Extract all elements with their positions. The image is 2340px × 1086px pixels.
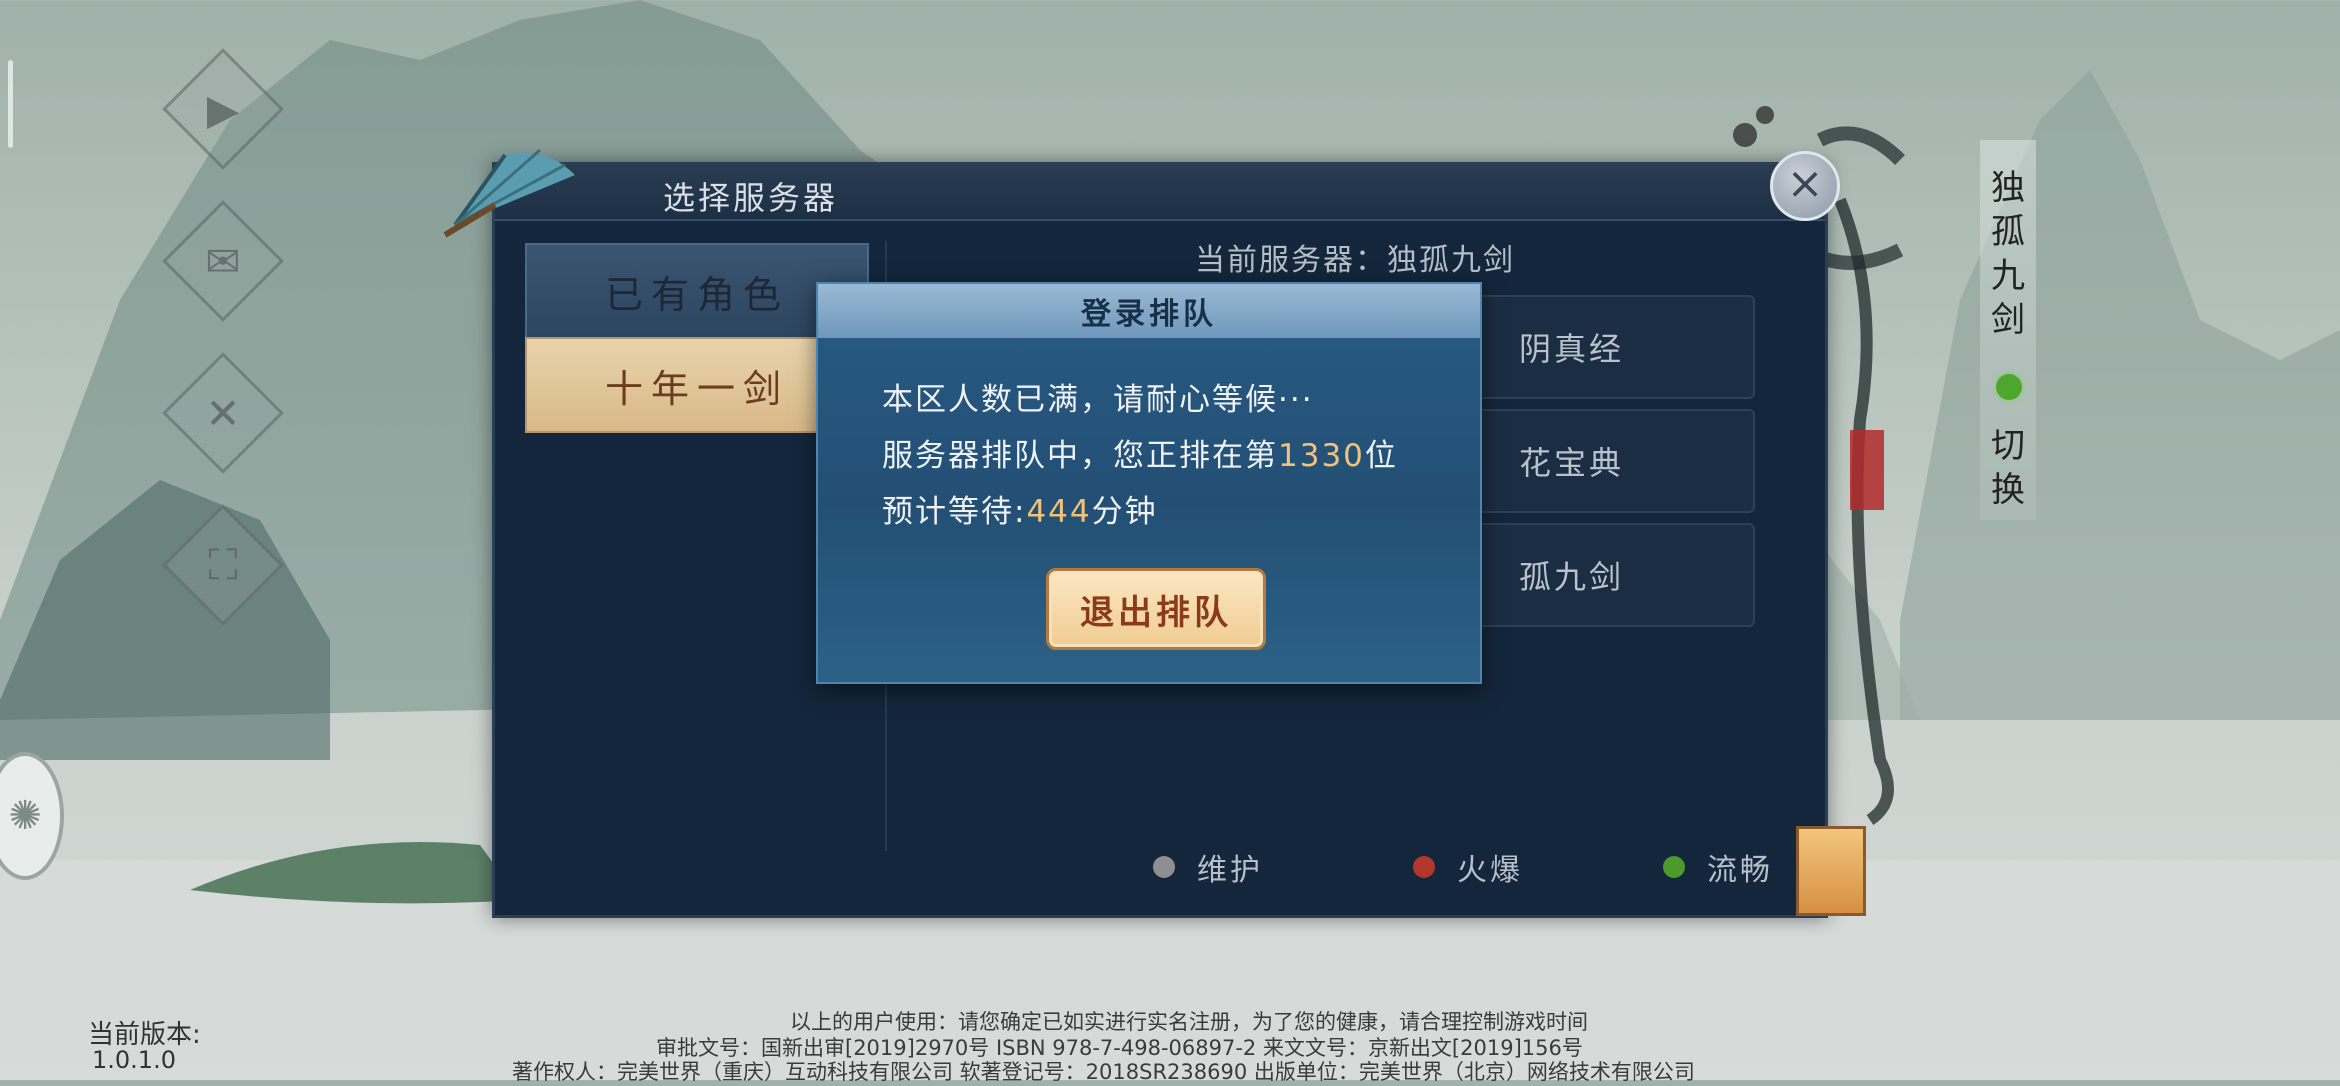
status-dot-icon [1413, 856, 1435, 878]
exit-queue-button[interactable]: 退出排队 [1046, 568, 1266, 650]
switch-char: 切 [1991, 426, 2025, 466]
scan-icon: ⛶ [208, 540, 238, 589]
server-char: 九 [1991, 256, 2025, 296]
legend-hot: 火爆 [1413, 845, 1523, 889]
queue-position-prefix: 服务器排队中，您正排在第 [882, 438, 1278, 474]
megaphone-icon: ✉ [205, 236, 241, 286]
wait-prefix: 预计等待: [882, 494, 1027, 530]
pinwheel-icon: ✺ [8, 793, 42, 839]
switch-server-button[interactable]: 切 换 [1988, 424, 2028, 512]
queue-title: 登录排队 [1081, 297, 1217, 332]
dialog-header: 选择服务器 [443, 148, 1825, 238]
current-server-label: 当前服务器：独孤九剑 [1195, 243, 1515, 278]
edge-handle[interactable] [8, 60, 13, 148]
server-char: 独 [1991, 168, 2025, 208]
copyright-info: 著作权人：完美世界（重庆）互动科技有限公司 软著登记号：2018SR238690… [512, 1060, 1695, 1084]
login-queue-modal: 登录排队 本区人数已满，请耐心等候··· 服务器排队中，您正排在第1330位 预… [816, 282, 1482, 684]
repair-button[interactable]: ✕ [162, 352, 284, 474]
switch-char: 换 [1991, 470, 2025, 510]
queue-position-suffix: 位 [1364, 438, 1398, 474]
legend-label: 维护 [1197, 853, 1263, 888]
close-button[interactable]: × [1770, 151, 1840, 221]
queue-header: 登录排队 [818, 284, 1480, 338]
dialog-title: 选择服务器 [663, 179, 839, 217]
tools-icon: ✕ [205, 388, 241, 438]
server-name: 花宝典 [1519, 444, 1625, 482]
queue-wait-line: 预计等待:444分钟 [882, 486, 1158, 531]
queue-full-message: 本区人数已满，请耐心等候··· [882, 382, 1314, 418]
fan-icon [443, 148, 575, 238]
wait-suffix: 分钟 [1091, 494, 1158, 530]
scan-button[interactable]: ⛶ [162, 504, 284, 626]
announcement-button[interactable]: ✉ [162, 200, 284, 322]
server-char: 剑 [1991, 300, 2025, 340]
legend-smooth: 流畅 [1663, 845, 1773, 889]
version-number: 1.0.1.0 [92, 1046, 176, 1074]
lantern-icon [1796, 826, 1866, 916]
server-name: 阴真经 [1519, 330, 1625, 368]
legend-label: 火爆 [1457, 853, 1523, 888]
queue-position-line: 服务器排队中，您正排在第1330位 [882, 430, 1398, 475]
current-server-vertical: 独 孤 九 剑 [1988, 166, 2028, 342]
server-char: 孤 [1991, 212, 2025, 252]
video-button[interactable]: ▶ [162, 48, 284, 170]
queue-position-number: 1330 [1278, 438, 1365, 474]
server-status-icon [1996, 374, 2022, 400]
wait-minutes: 444 [1026, 494, 1092, 530]
legend-maintenance: 维护 [1153, 845, 1263, 889]
video-icon: ▶ [206, 84, 240, 134]
status-dot-icon [1153, 856, 1175, 878]
server-name: 孤九剑 [1519, 558, 1625, 596]
status-dot-icon [1663, 856, 1685, 878]
close-icon: × [1786, 158, 1824, 209]
legend-label: 流畅 [1707, 853, 1773, 888]
